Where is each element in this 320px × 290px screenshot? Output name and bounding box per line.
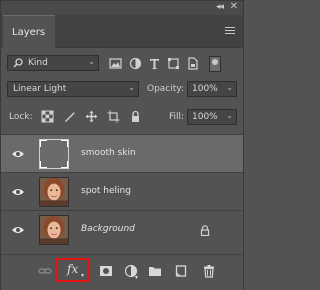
lock-transparent-pixels-icon[interactable] xyxy=(41,110,54,123)
new-group-icon[interactable] xyxy=(148,264,162,278)
filter-toggle-icon[interactable] xyxy=(209,56,221,72)
panel-menu-icon[interactable] xyxy=(225,27,235,35)
layer-name: spot heling xyxy=(81,186,131,196)
adjustment-filter-icon[interactable] xyxy=(129,57,142,70)
fill-label: Fill: xyxy=(169,112,185,122)
filter-row: Kind ⌄ xyxy=(1,53,243,73)
panel-header-strip: ◂◂ ✕ xyxy=(1,1,243,15)
filter-kind-label: Kind xyxy=(28,58,48,68)
search-icon xyxy=(13,58,23,68)
opacity-value: 100% xyxy=(192,84,218,94)
layer-name: Background xyxy=(81,224,135,234)
blend-row: Linear Light ⌄ Opacity: 100% ⌄ xyxy=(1,79,243,99)
chevron-down-icon: ⌄ xyxy=(226,83,233,92)
layer-row[interactable]: spot heling xyxy=(1,172,243,210)
tab-layers[interactable]: Layers xyxy=(3,15,55,48)
eye-icon[interactable] xyxy=(11,225,25,235)
new-layer-icon[interactable] xyxy=(174,264,188,278)
lock-icon xyxy=(200,225,210,236)
opacity-input[interactable]: 100% ⌄ xyxy=(187,81,237,97)
fill-value: 100% xyxy=(192,112,218,122)
lock-all-icon[interactable] xyxy=(129,110,142,123)
lock-image-pixels-icon[interactable] xyxy=(63,110,76,123)
image-filter-icon[interactable] xyxy=(109,57,122,70)
lock-artboard-icon[interactable] xyxy=(107,110,120,123)
layers-toolbar: fx ▾ ▾ xyxy=(1,254,243,290)
eye-icon[interactable] xyxy=(11,149,25,159)
eye-icon[interactable] xyxy=(11,187,25,197)
opacity-label: Opacity: xyxy=(147,84,184,94)
tab-layers-label: Layers xyxy=(12,27,46,38)
filter-kind-dropdown[interactable]: Kind ⌄ xyxy=(7,55,99,71)
delete-layer-icon[interactable] xyxy=(202,264,216,278)
smart-object-filter-icon[interactable] xyxy=(186,57,199,70)
lock-label: Lock: xyxy=(9,112,33,122)
layer-name: smooth skin xyxy=(81,148,136,158)
fill-input[interactable]: 100% ⌄ xyxy=(187,109,237,125)
add-layer-style-button[interactable]: fx xyxy=(67,262,78,276)
type-filter-icon[interactable] xyxy=(148,57,161,70)
layer-thumbnail xyxy=(39,139,69,169)
lock-position-icon[interactable] xyxy=(85,110,98,123)
close-panel-icon[interactable]: ✕ xyxy=(230,1,238,12)
chevron-down-icon: ⌄ xyxy=(128,83,135,92)
blend-mode-dropdown[interactable]: Linear Light ⌄ xyxy=(7,81,139,97)
tab-bar: Layers xyxy=(1,15,243,48)
chevron-down-icon: ⌄ xyxy=(88,57,95,66)
add-layer-mask-icon[interactable] xyxy=(99,264,113,278)
layer-row[interactable]: Background xyxy=(1,210,243,250)
layer-row[interactable]: smooth skin xyxy=(1,134,243,172)
fx-dropdown-icon: ▾ xyxy=(81,272,85,279)
blend-mode-value: Linear Light xyxy=(13,84,67,94)
shape-filter-icon[interactable] xyxy=(167,57,180,70)
chevron-down-icon: ▾ xyxy=(135,274,139,281)
chevron-down-icon: ⌄ xyxy=(226,111,233,120)
portrait-thumbnail xyxy=(39,177,69,207)
layers-panel: ◂◂ ✕ Layers Kind ⌄ Linear Light ⌄ Opacit… xyxy=(0,0,244,290)
lock-row: Lock: Fill: 100% ⌄ xyxy=(1,107,243,127)
link-layers-icon[interactable] xyxy=(38,264,52,278)
portrait-thumbnail xyxy=(39,215,69,245)
collapse-panel-icon[interactable]: ◂◂ xyxy=(216,2,224,12)
